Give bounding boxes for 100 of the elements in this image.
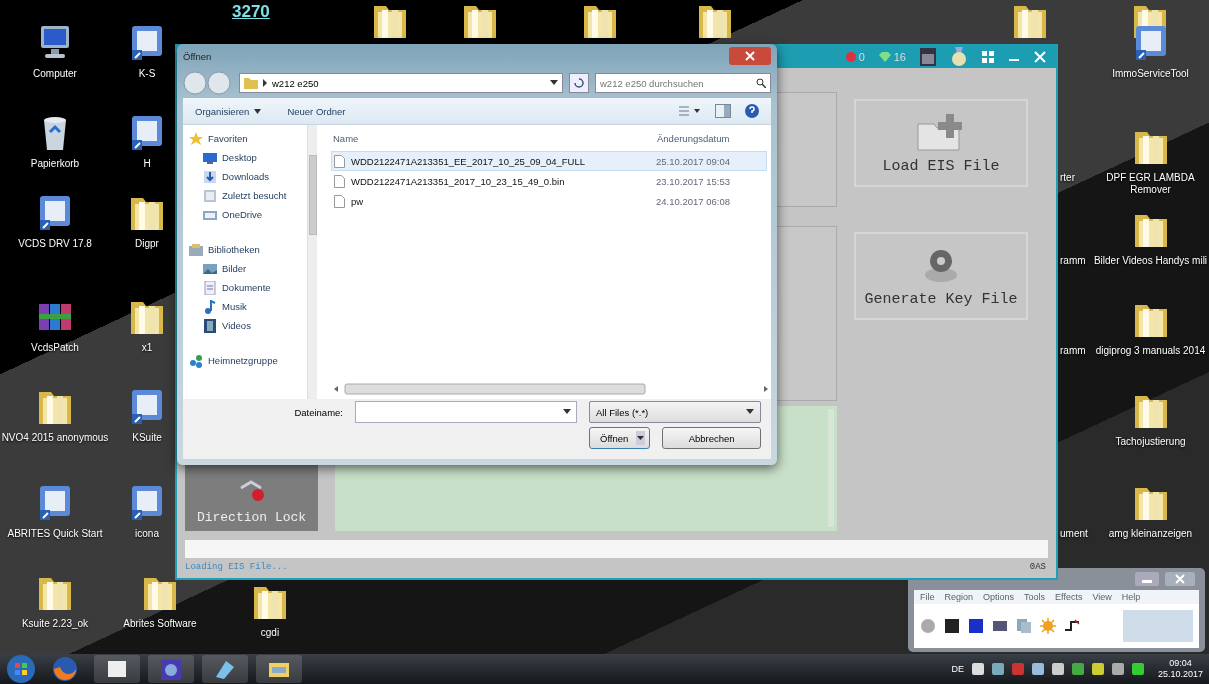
nav-item[interactable]: Bibliotheken xyxy=(189,242,308,257)
dropdown-icon[interactable] xyxy=(563,409,571,415)
close-icon[interactable] xyxy=(1034,51,1046,63)
help-icon[interactable] xyxy=(745,104,759,118)
status-text: Loading EIS File... xyxy=(185,562,288,572)
caret-icon xyxy=(636,431,646,445)
nav-item[interactable]: Heimnetzgruppe xyxy=(189,353,308,368)
organize-menu[interactable]: Organisieren xyxy=(195,105,262,117)
taskbar-button[interactable] xyxy=(202,655,248,683)
tray-icon[interactable] xyxy=(991,663,1004,675)
tray-icon[interactable] xyxy=(1071,663,1084,675)
file-icon xyxy=(334,174,345,188)
nav-item[interactable]: Musik xyxy=(189,299,308,314)
menu-item[interactable]: File xyxy=(920,592,935,602)
view-options-icon[interactable] xyxy=(679,105,701,117)
cancel-button[interactable]: Abbrechen xyxy=(662,427,761,449)
filename-field[interactable] xyxy=(355,401,577,423)
icon-label: Papierkorb xyxy=(30,158,80,170)
dark-square-icon[interactable] xyxy=(944,618,960,634)
file-row[interactable]: WDD2122471A213351_EE_2017_10_25_09_04_FULL 25.10.2017 09:04 xyxy=(331,151,767,171)
file-icon xyxy=(334,194,345,208)
film-icon xyxy=(203,318,217,333)
icon-label: VcdsPatch xyxy=(31,342,79,354)
file-type-dropdown[interactable]: All Files (*.*) xyxy=(589,401,761,423)
menu-item[interactable]: Effects xyxy=(1055,592,1083,602)
app-icon xyxy=(158,657,184,681)
tray-icon[interactable] xyxy=(971,663,984,675)
preview-pane xyxy=(1123,610,1193,642)
icon-label: H xyxy=(143,158,151,170)
new-folder-button[interactable]: Neuer Ordner xyxy=(287,105,346,117)
icon-label: NVO4 2015 anonymous xyxy=(1,432,109,444)
file-row[interactable]: pw 24.10.2017 06:08 xyxy=(331,191,767,211)
star-icon xyxy=(189,131,203,146)
taskbar-button[interactable] xyxy=(256,655,302,683)
recent-icon xyxy=(203,188,217,203)
square-icon[interactable] xyxy=(968,618,984,634)
close-icon[interactable] xyxy=(729,47,771,65)
icon-label: Ksuite 2.23_ok xyxy=(21,618,89,630)
nav-item[interactable]: OneDrive xyxy=(189,207,308,222)
window-icon[interactable] xyxy=(992,618,1008,634)
tray-icon[interactable] xyxy=(1051,663,1064,675)
language-indicator[interactable]: DE xyxy=(951,664,964,674)
caret-icon xyxy=(254,108,262,114)
browser-icon[interactable] xyxy=(52,656,78,682)
nav-item[interactable]: Downloads xyxy=(189,169,308,184)
icon-label: DPF EGR LAMBDA Remover xyxy=(1105,172,1196,196)
tray-icon[interactable] xyxy=(1091,663,1104,675)
icon-label: cgdi xyxy=(260,627,280,639)
search-field[interactable]: w212 e250 durchsuchen xyxy=(595,73,771,93)
menu-item[interactable]: View xyxy=(1092,592,1112,602)
icon-label: ramm xyxy=(1060,345,1086,357)
tray-icon[interactable] xyxy=(1111,663,1124,675)
scrollbar-thumb-icon[interactable] xyxy=(309,155,318,235)
open-button[interactable]: Öffnen xyxy=(589,427,651,449)
preview-pane-icon[interactable] xyxy=(715,104,731,118)
download-icon xyxy=(203,169,217,184)
chevron-icon xyxy=(262,79,268,87)
column-header[interactable]: Name xyxy=(331,132,657,144)
nav-item[interactable]: Videos xyxy=(189,318,308,333)
notification-dot-icon xyxy=(845,52,856,62)
tool-button[interactable]: Load EIS File xyxy=(854,99,1028,187)
nav-item[interactable]: Favoriten xyxy=(189,131,308,146)
calendar-icon[interactable] xyxy=(920,48,936,66)
icon-label: Abrites Software xyxy=(123,618,197,630)
icon-label: Tachojustierung xyxy=(1115,436,1186,448)
icon-label: x1 xyxy=(141,342,153,354)
curve-icon[interactable] xyxy=(1064,618,1080,634)
column-header[interactable]: Änderungsdatum xyxy=(657,132,771,144)
nav-item[interactable]: Bilder xyxy=(189,261,308,276)
icon-label: VCDS DRV 17.8 xyxy=(18,238,92,250)
picture-icon xyxy=(203,261,217,276)
library-icon xyxy=(189,242,203,257)
refresh-icon[interactable] xyxy=(569,73,589,93)
taskbar-button[interactable] xyxy=(94,655,140,683)
address-bar[interactable]: w212 e250 xyxy=(239,73,563,93)
tray-icon[interactable] xyxy=(1131,663,1144,675)
menu-item[interactable]: Region xyxy=(944,592,974,602)
path-text: w212 e250 xyxy=(272,77,320,89)
nav-item[interactable]: Desktop xyxy=(189,150,308,165)
search-icon xyxy=(756,78,766,88)
grid-icon[interactable] xyxy=(982,51,994,63)
menu-item[interactable]: Help xyxy=(1121,592,1141,602)
start-orb-icon[interactable] xyxy=(6,654,36,684)
dropdown-icon xyxy=(550,80,558,86)
nav-item[interactable]: Dokumente xyxy=(189,280,308,295)
file-row[interactable]: WDD2122471A213351_2017_10_23_15_49_0.bin 23.10.2017 15:53 xyxy=(331,171,767,191)
music-note-icon xyxy=(203,299,217,314)
icon-label: K-S xyxy=(138,68,156,80)
icon-label: KSuite xyxy=(132,432,162,444)
menu-item[interactable]: Tools xyxy=(1024,592,1046,602)
clock-date[interactable]: 25.10.2017 xyxy=(1157,669,1203,680)
nav-item[interactable]: Zuletzt besucht xyxy=(189,188,308,203)
icon-label: rter xyxy=(1060,172,1075,184)
homegroup-icon xyxy=(189,353,203,368)
menu-item[interactable]: Options xyxy=(983,592,1015,602)
taskbar-button[interactable] xyxy=(148,655,194,683)
icon-label: ImmoServiceTool xyxy=(1112,68,1189,80)
tool-button[interactable]: Generate Key File xyxy=(854,232,1028,320)
tray-icon[interactable] xyxy=(1031,663,1044,675)
clock-time[interactable]: 09:04 xyxy=(1169,658,1192,669)
